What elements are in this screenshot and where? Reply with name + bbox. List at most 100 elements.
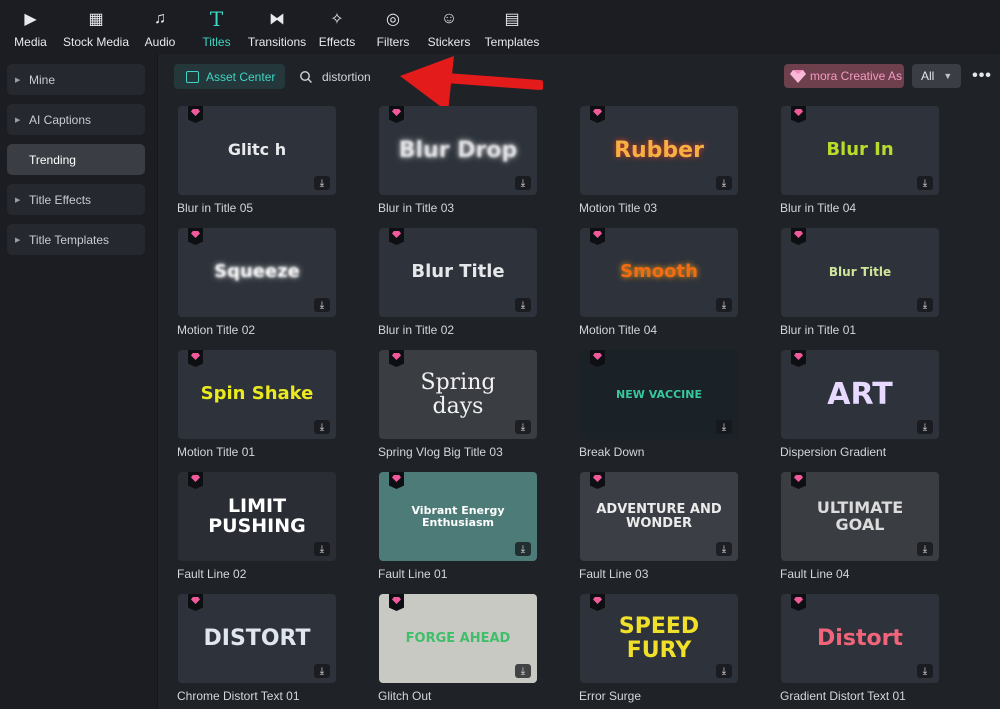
- toolbar-media[interactable]: ▶ Media: [0, 0, 61, 54]
- download-icon[interactable]: ⤓: [314, 176, 330, 190]
- title-card[interactable]: FORGE AHEAD ⤓ Glitch Out: [378, 594, 537, 709]
- title-card[interactable]: Distort ⤓ Gradient Distort Text 01: [780, 594, 939, 709]
- toolbar-audio[interactable]: ♫ Audio: [131, 0, 189, 54]
- templates-icon: ▤: [504, 11, 520, 28]
- sidebar-item-title-templates[interactable]: ▶ Title Templates: [7, 224, 145, 255]
- title-thumbnail[interactable]: ADVENTURE AND WONDER ⤓: [580, 472, 738, 561]
- download-icon[interactable]: ⤓: [515, 664, 531, 678]
- title-thumbnail[interactable]: Spin Shake ⤓: [178, 350, 336, 439]
- download-icon[interactable]: ⤓: [314, 420, 330, 434]
- download-icon[interactable]: ⤓: [515, 298, 531, 312]
- media-icon: ▶: [24, 11, 37, 28]
- title-thumbnail[interactable]: Glitc h ⤓: [178, 106, 336, 195]
- title-card[interactable]: SPEED FURY ⤓ Error Surge: [579, 594, 738, 709]
- title-card[interactable]: Glitc h ⤓ Blur in Title 05: [177, 106, 336, 221]
- title-thumbnail[interactable]: Spring days ⤓: [379, 350, 537, 439]
- download-icon[interactable]: ⤓: [716, 176, 732, 190]
- caret-right-icon: ▶: [15, 196, 21, 204]
- title-card[interactable]: Smooth ⤓ Motion Title 04: [579, 228, 738, 343]
- title-thumbnail[interactable]: Distort ⤓: [781, 594, 939, 683]
- download-icon[interactable]: ⤓: [314, 664, 330, 678]
- title-card[interactable]: Vibrant Energy Enthusiasm ⤓ Fault Line 01: [378, 472, 537, 587]
- title-thumbnail[interactable]: Vibrant Energy Enthusiasm ⤓: [379, 472, 537, 561]
- title-thumbnail[interactable]: ART ⤓: [781, 350, 939, 439]
- title-card-caption: Break Down: [579, 445, 645, 459]
- title-thumbnail[interactable]: Blur Title ⤓: [379, 228, 537, 317]
- toolbar-transitions[interactable]: ⧓ Transitions: [244, 0, 310, 54]
- premium-badge-icon: [389, 594, 404, 611]
- sidebar-item-label: Title Templates: [29, 232, 110, 247]
- title-thumbnail[interactable]: NEW VACCINE ⤓: [580, 350, 738, 439]
- download-icon[interactable]: ⤓: [515, 542, 531, 556]
- title-card-caption: Fault Line 01: [378, 567, 448, 581]
- title-card[interactable]: ART ⤓ Dispersion Gradient: [780, 350, 939, 465]
- title-preview-text: ART: [827, 376, 893, 412]
- download-icon[interactable]: ⤓: [716, 420, 732, 434]
- sidebar-item-trending[interactable]: Trending: [7, 144, 145, 175]
- sidebar-item-title-effects[interactable]: ▶ Title Effects: [7, 184, 145, 215]
- download-icon[interactable]: ⤓: [917, 298, 933, 312]
- title-preview-text: DISTORT: [203, 625, 311, 651]
- toolbar-stickers[interactable]: ☺ Stickers: [422, 0, 476, 54]
- title-thumbnail[interactable]: LIMIT PUSHING ⤓: [178, 472, 336, 561]
- download-icon[interactable]: ⤓: [515, 420, 531, 434]
- premium-badge-icon: [188, 350, 203, 367]
- title-card[interactable]: Blur Title ⤓ Blur in Title 01: [780, 228, 939, 343]
- title-thumbnail[interactable]: ULTIMATE GOAL ⤓: [781, 472, 939, 561]
- toolbar-label: Media: [14, 35, 47, 49]
- download-icon[interactable]: ⤓: [515, 176, 531, 190]
- title-thumbnail[interactable]: Blur In ⤓: [781, 106, 939, 195]
- filter-dropdown[interactable]: All ▼: [912, 64, 961, 88]
- title-card[interactable]: Squeeze ⤓ Motion Title 02: [177, 228, 336, 343]
- title-card[interactable]: Spin Shake ⤓ Motion Title 01: [177, 350, 336, 465]
- title-card[interactable]: NEW VACCINE ⤓ Break Down: [579, 350, 738, 465]
- download-icon[interactable]: ⤓: [314, 298, 330, 312]
- toolbar-filters[interactable]: ◎ Filters: [364, 0, 422, 54]
- more-options-button[interactable]: •••: [972, 64, 992, 88]
- toolbar-stock-media[interactable]: ▦ Stock Media: [61, 0, 131, 54]
- asset-center-button[interactable]: Asset Center: [174, 64, 285, 89]
- title-thumbnail[interactable]: FORGE AHEAD ⤓: [379, 594, 537, 683]
- title-card[interactable]: DISTORT ⤓ Chrome Distort Text 01: [177, 594, 336, 709]
- title-thumbnail[interactable]: Rubber ⤓: [580, 106, 738, 195]
- transitions-icon: ⧓: [269, 11, 285, 28]
- sidebar-item-mine[interactable]: ▶ Mine: [7, 64, 145, 95]
- download-icon[interactable]: ⤓: [314, 542, 330, 556]
- download-icon[interactable]: ⤓: [917, 420, 933, 434]
- download-icon[interactable]: ⤓: [716, 664, 732, 678]
- title-card[interactable]: ULTIMATE GOAL ⤓ Fault Line 04: [780, 472, 939, 587]
- title-preview-text: Blur Drop: [398, 137, 518, 163]
- more-icon: •••: [972, 67, 992, 84]
- download-icon[interactable]: ⤓: [716, 542, 732, 556]
- toolbar-templates[interactable]: ▤ Templates: [476, 0, 548, 54]
- title-card[interactable]: ADVENTURE AND WONDER ⤓ Fault Line 03: [579, 472, 738, 587]
- premium-badge-icon: [389, 350, 404, 367]
- sidebar-item-ai-captions[interactable]: ▶ AI Captions: [7, 104, 145, 135]
- creative-assets-button[interactable]: mora Creative As: [784, 64, 904, 88]
- download-icon[interactable]: ⤓: [917, 664, 933, 678]
- stickers-icon: ☺: [440, 10, 458, 27]
- toolbar-effects[interactable]: ✧ Effects: [310, 0, 364, 54]
- sidebar-item-label: Title Effects: [29, 192, 92, 207]
- title-thumbnail[interactable]: Blur Drop ⤓: [379, 106, 537, 195]
- download-icon[interactable]: ⤓: [917, 542, 933, 556]
- toolbar-titles[interactable]: T Titles: [189, 0, 244, 54]
- asset-center-icon: [186, 70, 199, 83]
- title-thumbnail[interactable]: Squeeze ⤓: [178, 228, 336, 317]
- title-thumbnail[interactable]: Blur Title ⤓: [781, 228, 939, 317]
- title-card-caption: Glitch Out: [378, 689, 432, 703]
- asset-panel: Asset Center mora Creative As All ▼ ••• …: [158, 54, 1000, 709]
- title-card[interactable]: Rubber ⤓ Motion Title 03: [579, 106, 738, 221]
- creative-assets-label: mora Creative As: [810, 69, 903, 83]
- title-card[interactable]: Blur Drop ⤓ Blur in Title 03: [378, 106, 537, 221]
- download-icon[interactable]: ⤓: [917, 176, 933, 190]
- title-card[interactable]: Spring days ⤓ Spring Vlog Big Title 03: [378, 350, 537, 465]
- title-card[interactable]: LIMIT PUSHING ⤓ Fault Line 02: [177, 472, 336, 587]
- title-thumbnail[interactable]: SPEED FURY ⤓: [580, 594, 738, 683]
- title-card[interactable]: Blur In ⤓ Blur in Title 04: [780, 106, 939, 221]
- title-thumbnail[interactable]: DISTORT ⤓: [178, 594, 336, 683]
- title-card[interactable]: Blur Title ⤓ Blur in Title 02: [378, 228, 537, 343]
- download-icon[interactable]: ⤓: [716, 298, 732, 312]
- title-card-caption: Motion Title 01: [177, 445, 256, 459]
- title-thumbnail[interactable]: Smooth ⤓: [580, 228, 738, 317]
